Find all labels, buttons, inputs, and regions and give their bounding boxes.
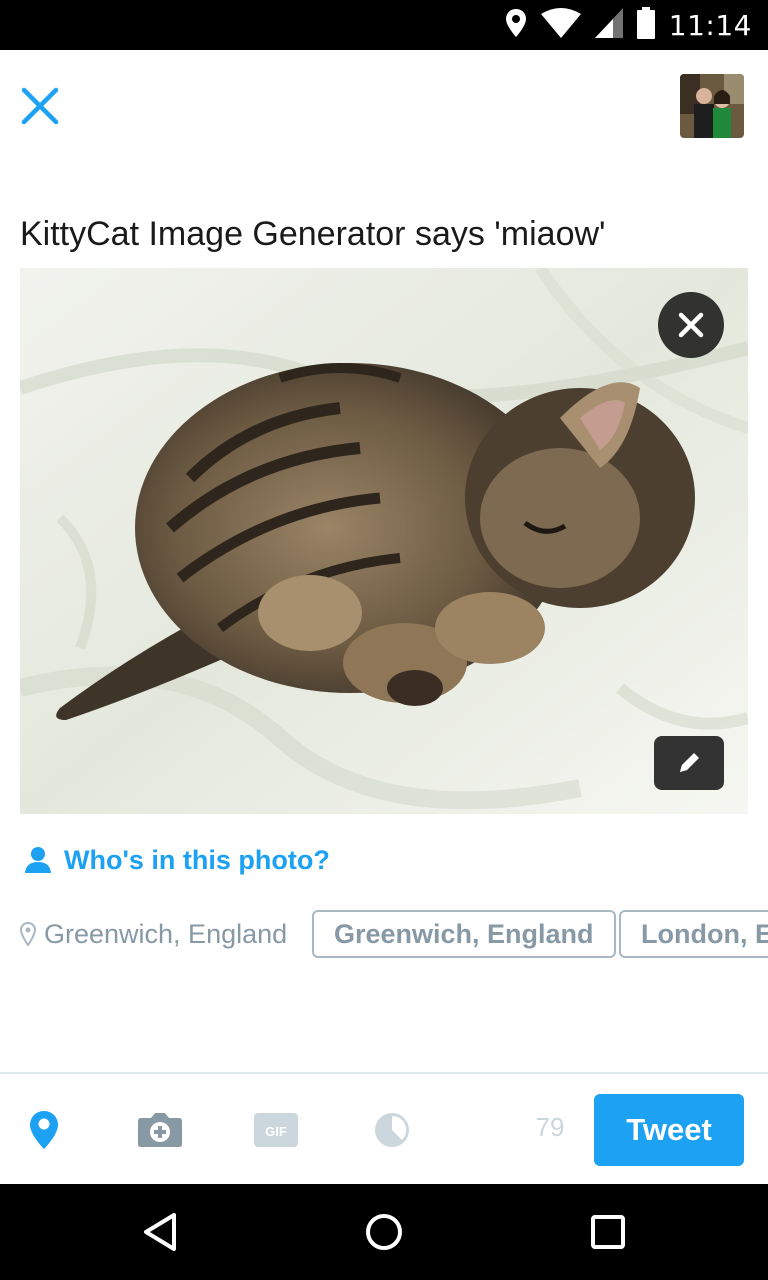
tag-people-label: Who's in this photo? — [64, 844, 330, 875]
home-button[interactable] — [360, 1208, 408, 1256]
status-bar: 11:14 — [0, 0, 768, 50]
poll-icon — [375, 1113, 409, 1147]
back-icon — [144, 1213, 176, 1251]
user-avatar[interactable] — [680, 74, 744, 138]
wifi-icon — [540, 7, 581, 43]
pencil-icon — [680, 753, 699, 772]
signal-icon — [594, 7, 623, 43]
close-icon — [21, 87, 59, 125]
camera-icon — [138, 1113, 182, 1147]
current-location-label: Greenwich, England — [44, 918, 288, 949]
tweet-button[interactable]: Tweet — [594, 1094, 744, 1166]
tag-people-button[interactable]: Who's in this photo? — [24, 840, 330, 880]
location-icon — [505, 8, 527, 43]
add-gif-button[interactable]: GIF — [252, 1108, 300, 1152]
add-poll-button[interactable] — [368, 1108, 416, 1152]
status-time: 11:14 — [668, 8, 752, 42]
photo-attachment[interactable] — [20, 268, 748, 814]
edit-photo-button[interactable] — [654, 736, 724, 790]
current-location[interactable]: Greenwich, England — [20, 910, 287, 958]
recents-button[interactable] — [584, 1208, 632, 1256]
location-suggestion-chip[interactable]: London, En — [619, 910, 768, 958]
tweet-text[interactable]: KittyCat Image Generator says 'miaow' — [20, 212, 748, 256]
recents-icon — [591, 1215, 625, 1249]
back-button[interactable] — [136, 1208, 184, 1256]
kitten-photo — [20, 268, 748, 814]
character-count: 79 — [535, 1112, 565, 1142]
compose-toolbar: GIF 79 Tweet — [0, 1072, 768, 1184]
home-icon — [366, 1214, 402, 1250]
location-pin-icon — [30, 1111, 58, 1149]
battery-icon — [636, 6, 655, 44]
add-location-button[interactable] — [20, 1108, 68, 1152]
svg-text:GIF: GIF — [265, 1124, 287, 1139]
close-compose-button[interactable] — [18, 84, 62, 128]
add-photo-button[interactable] — [136, 1108, 184, 1152]
close-icon — [678, 312, 704, 338]
location-row: Greenwich, England Greenwich, England Lo… — [20, 910, 768, 960]
status-icons: 11:14 — [505, 6, 752, 44]
remove-photo-button[interactable] — [658, 292, 724, 358]
person-icon — [25, 847, 51, 873]
system-nav-bar — [0, 1184, 768, 1280]
gif-icon: GIF — [254, 1113, 298, 1147]
location-pin-icon — [20, 922, 36, 946]
location-suggestion-chip[interactable]: Greenwich, England — [312, 910, 616, 958]
